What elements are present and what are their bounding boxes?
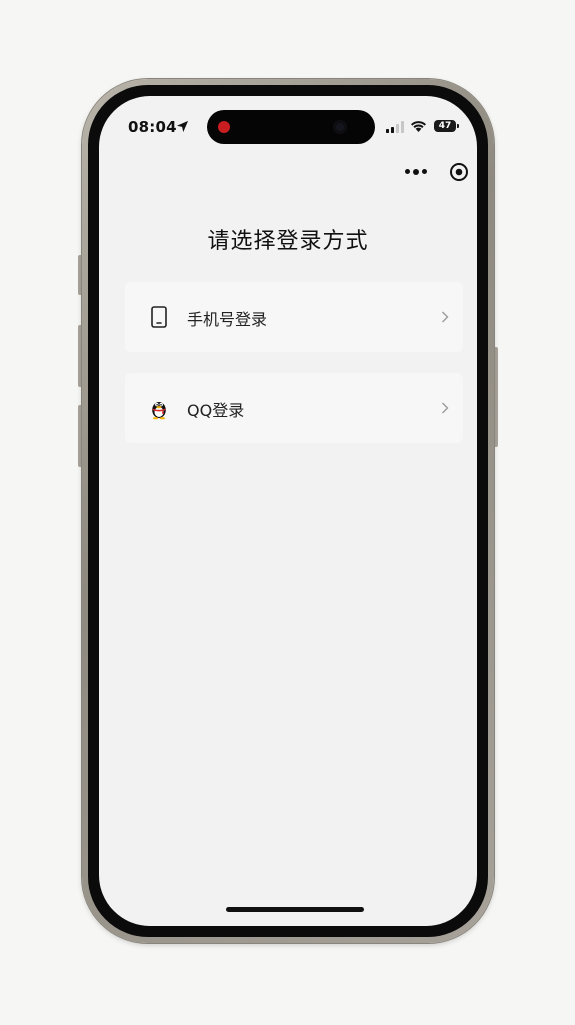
dynamic-island — [207, 110, 375, 144]
phone-login-option[interactable]: 手机号登录 — [125, 282, 463, 352]
wifi-icon — [411, 121, 426, 132]
phone-screen: 08:04 47 请选择登录方式 手机号登录 QQ登录 — [99, 96, 477, 926]
page-title: 请选择登录方式 — [207, 229, 369, 254]
front-camera-icon — [333, 120, 347, 134]
stage: 08:04 47 请选择登录方式 手机号登录 QQ登录 — [0, 0, 575, 1025]
more-dots-icon[interactable] — [405, 168, 427, 175]
status-bar: 08:04 47 — [99, 96, 477, 146]
qq-penguin-icon — [152, 402, 166, 420]
close-circle-icon[interactable] — [449, 162, 469, 182]
mobile-phone-icon — [151, 306, 167, 328]
location-arrow-icon — [176, 120, 189, 133]
phone-bezel: 08:04 47 请选择登录方式 手机号登录 QQ登录 — [88, 85, 488, 937]
cellular-signal-icon — [386, 121, 404, 133]
phone-frame: 08:04 47 请选择登录方式 手机号登录 QQ登录 — [82, 79, 494, 943]
chevron-right-icon — [442, 311, 449, 323]
home-indicator[interactable] — [226, 907, 364, 912]
chevron-right-icon — [442, 402, 449, 414]
status-time: 08:04 — [128, 118, 177, 136]
qq-login-option[interactable]: QQ登录 — [125, 373, 463, 443]
battery-icon: 47 — [434, 120, 459, 132]
recording-indicator-icon — [218, 121, 230, 133]
phone-login-label: 手机号登录 — [187, 310, 268, 329]
mini-program-capsule — [399, 156, 477, 188]
battery-level: 47 — [438, 121, 452, 131]
qq-login-label: QQ登录 — [187, 401, 245, 420]
